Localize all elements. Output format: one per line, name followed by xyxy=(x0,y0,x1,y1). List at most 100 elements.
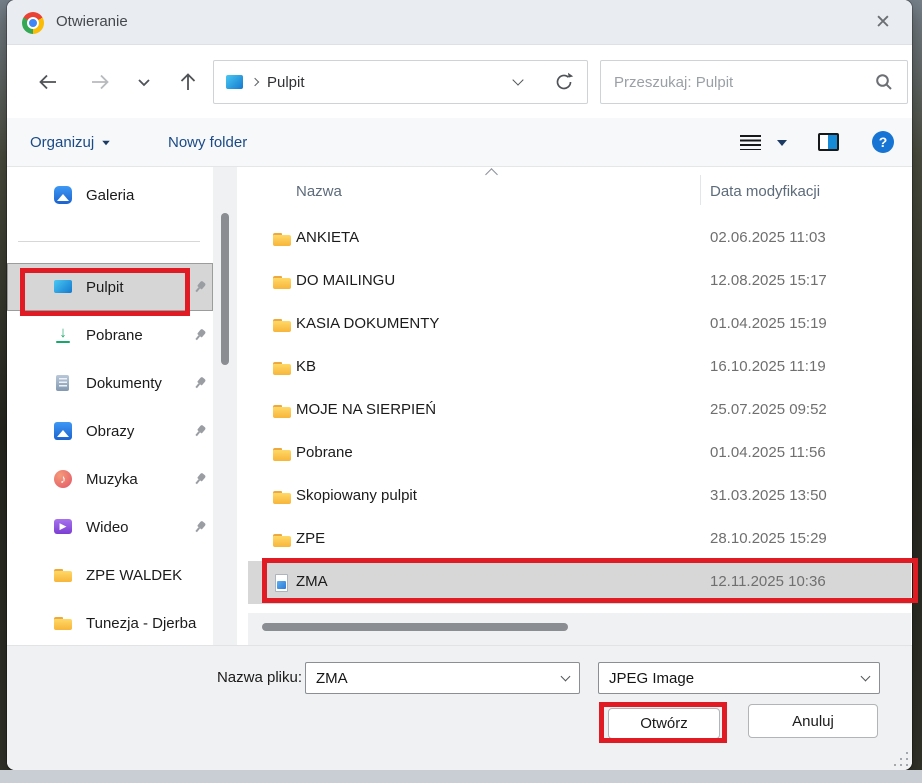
sidebar-item[interactable]: Pobrane xyxy=(7,311,213,359)
window-title: Otwieranie xyxy=(56,13,128,30)
desktop-icon xyxy=(53,277,73,297)
folder-icon xyxy=(272,358,292,378)
pin-icon[interactable] xyxy=(190,373,210,393)
horizontal-scrollbar-thumb[interactable] xyxy=(262,623,568,631)
gallery-icon xyxy=(53,185,73,205)
up-icon[interactable] xyxy=(175,69,201,95)
horizontal-scrollbar-track[interactable] xyxy=(248,613,911,645)
back-icon[interactable] xyxy=(35,69,61,95)
sidebar-item-label: Muzyka xyxy=(86,471,138,488)
open-file-dialog: Otwieranie ✕ Pulpit Organiz xyxy=(7,0,912,770)
image-file-icon xyxy=(272,573,292,593)
file-modified-date: 02.06.2025 11:03 xyxy=(710,229,826,246)
pin-icon[interactable] xyxy=(190,277,210,297)
sidebar-item[interactable]: Pulpit xyxy=(7,263,213,311)
help-icon[interactable]: ? xyxy=(872,131,894,153)
sort-ascending-icon[interactable] xyxy=(485,168,498,181)
sidebar-item-label: Wideo xyxy=(86,519,129,536)
sidebar-item-label: Tunezja - Djerba xyxy=(86,615,196,632)
column-divider[interactable] xyxy=(700,175,701,205)
view-mode-chevron-icon[interactable] xyxy=(777,140,787,146)
file-name: Pobrane xyxy=(296,444,353,461)
pictures-icon xyxy=(53,421,73,441)
chevron-down-icon[interactable] xyxy=(861,672,871,682)
close-icon[interactable]: ✕ xyxy=(870,10,896,36)
file-name: DO MAILINGU xyxy=(296,272,395,289)
address-dropdown-icon[interactable] xyxy=(512,74,523,85)
sidebar-scrollbar-thumb[interactable] xyxy=(221,213,229,365)
dialog-footer: Nazwa pliku: JPEG Image Otwórz Anuluj xyxy=(7,645,912,770)
sidebar: Galeria Pulpit Pobrane xyxy=(7,167,213,645)
folder-icon xyxy=(272,229,292,249)
file-row[interactable]: KB 16.10.2025 11:19 xyxy=(248,346,911,389)
dialog-body: Galeria Pulpit Pobrane xyxy=(7,167,912,645)
folder-icon xyxy=(272,444,292,464)
recent-locations-chevron-icon[interactable] xyxy=(131,69,157,95)
view-mode-icon[interactable] xyxy=(740,135,761,150)
cancel-button[interactable]: Anuluj xyxy=(748,704,878,738)
sidebar-item-label: Obrazy xyxy=(86,423,134,440)
file-row[interactable]: DO MAILINGU 12.08.2025 15:17 xyxy=(248,260,911,303)
forward-icon[interactable] xyxy=(87,69,113,95)
file-row[interactable]: MOJE NA SIERPIEŃ 25.07.2025 09:52 xyxy=(248,389,911,432)
documents-icon xyxy=(53,373,73,393)
file-row[interactable]: ZPE 28.10.2025 15:29 xyxy=(248,518,911,561)
sidebar-separator xyxy=(7,219,213,263)
sidebar-item-label: Dokumenty xyxy=(86,375,162,392)
search-input[interactable] xyxy=(614,74,874,91)
pin-icon[interactable] xyxy=(190,325,210,345)
toolbar: Organizuj Nowy folder ? xyxy=(7,118,912,167)
file-modified-date: 31.03.2025 13:50 xyxy=(710,487,827,504)
file-row[interactable]: KASIA DOKUMENTY 01.04.2025 15:19 xyxy=(248,303,911,346)
filetype-value: JPEG Image xyxy=(609,670,694,687)
sidebar-item[interactable]: ZPE WALDEK xyxy=(7,551,213,599)
file-name: KASIA DOKUMENTY xyxy=(296,315,439,332)
column-header-name[interactable]: Nazwa xyxy=(296,183,342,200)
file-modified-date: 25.07.2025 09:52 xyxy=(710,401,827,418)
refresh-icon[interactable] xyxy=(553,71,575,93)
sidebar-item[interactable]: Wideo xyxy=(7,503,213,551)
resize-grip[interactable] xyxy=(900,758,902,760)
search-box xyxy=(600,60,908,104)
folder-icon xyxy=(272,272,292,292)
address-bar[interactable]: Pulpit xyxy=(213,60,588,104)
file-name: ANKIETA xyxy=(296,229,359,246)
sidebar-item[interactable]: Tunezja - Djerba xyxy=(7,599,213,645)
file-row[interactable]: ANKIETA 02.06.2025 11:03 xyxy=(248,217,911,260)
pin-icon[interactable] xyxy=(190,517,210,537)
file-row[interactable]: Skopiowany pulpit 31.03.2025 13:50 xyxy=(248,475,911,518)
file-row[interactable]: ZMA 12.11.2025 10:36 xyxy=(248,561,911,604)
folder-icon xyxy=(272,487,292,507)
sidebar-item[interactable]: Muzyka xyxy=(7,455,213,503)
file-modified-date: 12.11.2025 10:36 xyxy=(710,573,826,590)
window-titlebar[interactable]: Otwieranie ✕ xyxy=(7,0,912,45)
sidebar-item-label: Pobrane xyxy=(86,327,143,344)
downloads-icon xyxy=(53,325,73,345)
pin-icon[interactable] xyxy=(190,469,210,489)
folder-icon xyxy=(272,315,292,335)
search-icon[interactable] xyxy=(874,72,894,92)
filetype-combobox[interactable]: JPEG Image xyxy=(598,662,880,694)
preview-pane-icon[interactable] xyxy=(818,133,839,151)
file-modified-date: 12.08.2025 15:17 xyxy=(710,272,827,289)
sidebar-item[interactable]: Dokumenty xyxy=(7,359,213,407)
filename-input[interactable] xyxy=(316,670,562,687)
sidebar-items: Galeria Pulpit Pobrane xyxy=(7,171,213,645)
file-row[interactable]: Pobrane 01.04.2025 11:56 xyxy=(248,432,911,475)
filename-combobox[interactable] xyxy=(305,662,580,694)
sidebar-gutter xyxy=(237,167,248,645)
sidebar-scrollbar-track[interactable] xyxy=(213,167,237,645)
column-header-modified[interactable]: Data modyfikacji xyxy=(710,183,820,200)
sidebar-item[interactable]: Obrazy xyxy=(7,407,213,455)
organize-button[interactable]: Organizuj xyxy=(30,118,111,167)
new-folder-button[interactable]: Nowy folder xyxy=(168,118,247,167)
music-icon xyxy=(53,469,73,489)
file-name: KB xyxy=(296,358,316,375)
pin-icon[interactable] xyxy=(190,421,210,441)
file-modified-date: 28.10.2025 15:29 xyxy=(710,530,827,547)
sidebar-item[interactable]: Galeria xyxy=(7,171,213,219)
new-folder-label: Nowy folder xyxy=(168,134,247,151)
chevron-down-icon[interactable] xyxy=(561,672,571,682)
open-button[interactable]: Otwórz xyxy=(608,708,720,739)
breadcrumb[interactable]: Pulpit xyxy=(267,74,505,91)
